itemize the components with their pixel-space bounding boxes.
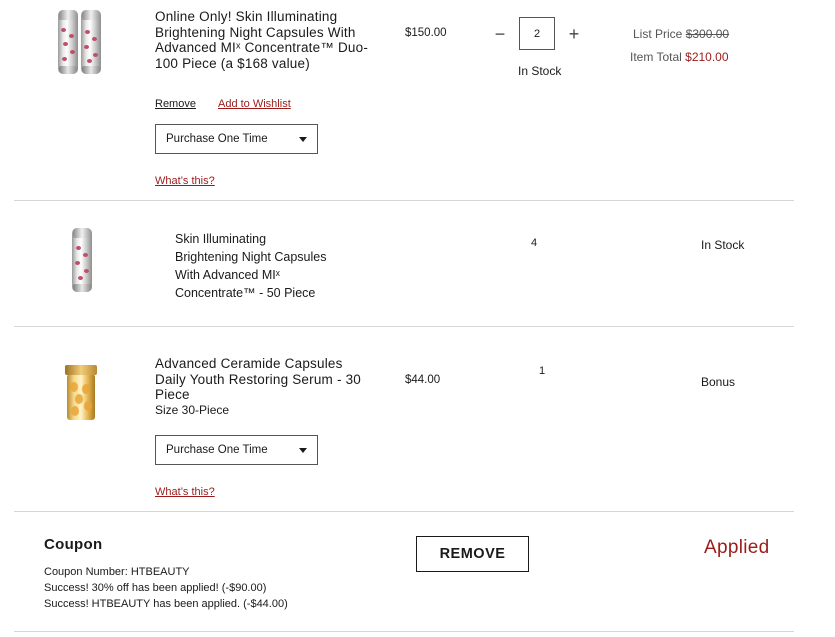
stock-status: Bonus [701,375,736,389]
purchase-option-value: Purchase One Time [166,444,268,456]
product-title[interactable]: Skin Illuminating Brightening Night Caps… [175,230,330,302]
divider [14,511,794,512]
stock-status: In Stock [701,238,745,252]
capsule-bottle-image [58,10,78,74]
quantity-value: 2 [533,27,541,40]
ceramide-jar-image [65,365,97,420]
divider [14,631,794,632]
quantity-value: 4 [531,237,538,249]
chevron-down-icon [299,136,307,142]
coupon-success-message: Success! HTBEAUTY has been applied. (-$4… [44,598,288,610]
product-title[interactable]: Advanced Ceramide Capsules Daily Youth R… [155,356,370,403]
item-total-value: $210.00 [685,50,729,64]
unit-price: $44.00 [405,374,441,386]
purchase-option-select[interactable]: Purchase One Time [155,124,318,154]
quantity-value: 1 [539,365,546,377]
list-price-value: $300.00 [685,27,730,41]
product-thumbnail[interactable] [64,365,98,422]
capsule-bottle-image [81,10,101,74]
whats-this-link[interactable]: What’s this? [155,486,215,498]
divider [14,200,794,201]
add-to-wishlist-link[interactable]: Add to Wishlist [218,98,291,110]
item-total-row: Item Total $210.00 [630,50,729,64]
product-title[interactable]: Online Only! Skin Illuminating Brighteni… [155,9,375,71]
increase-quantity-button[interactable]: + [565,25,583,43]
remove-coupon-button[interactable]: REMOVE [416,536,529,572]
product-thumbnail[interactable] [54,8,106,78]
capsule-bottle-image [72,228,92,292]
list-price-label: List Price [633,27,683,41]
quantity-field[interactable]: 2 [519,17,555,50]
coupon-success-message: Success! 30% off has been applied! (-$90… [44,582,267,594]
unit-price: $150.00 [405,27,447,39]
stock-status: In Stock [518,64,562,78]
coupon-status: Applied [704,537,770,558]
chevron-down-icon [299,447,307,453]
list-price-row: List Price $300.00 [633,27,729,41]
coupon-number: Coupon Number: HTBEAUTY [44,566,190,578]
coupon-heading: Coupon [44,536,103,553]
product-thumbnail[interactable] [70,228,94,294]
purchase-option-value: Purchase One Time [166,133,268,145]
divider [14,326,794,327]
product-size: Size 30-Piece [155,403,230,417]
whats-this-link[interactable]: What’s this? [155,175,215,187]
remove-item-link[interactable]: Remove [155,98,196,110]
decrease-quantity-button[interactable]: − [491,25,509,43]
item-total-label: Item Total [630,50,682,64]
purchase-option-select[interactable]: Purchase One Time [155,435,318,465]
